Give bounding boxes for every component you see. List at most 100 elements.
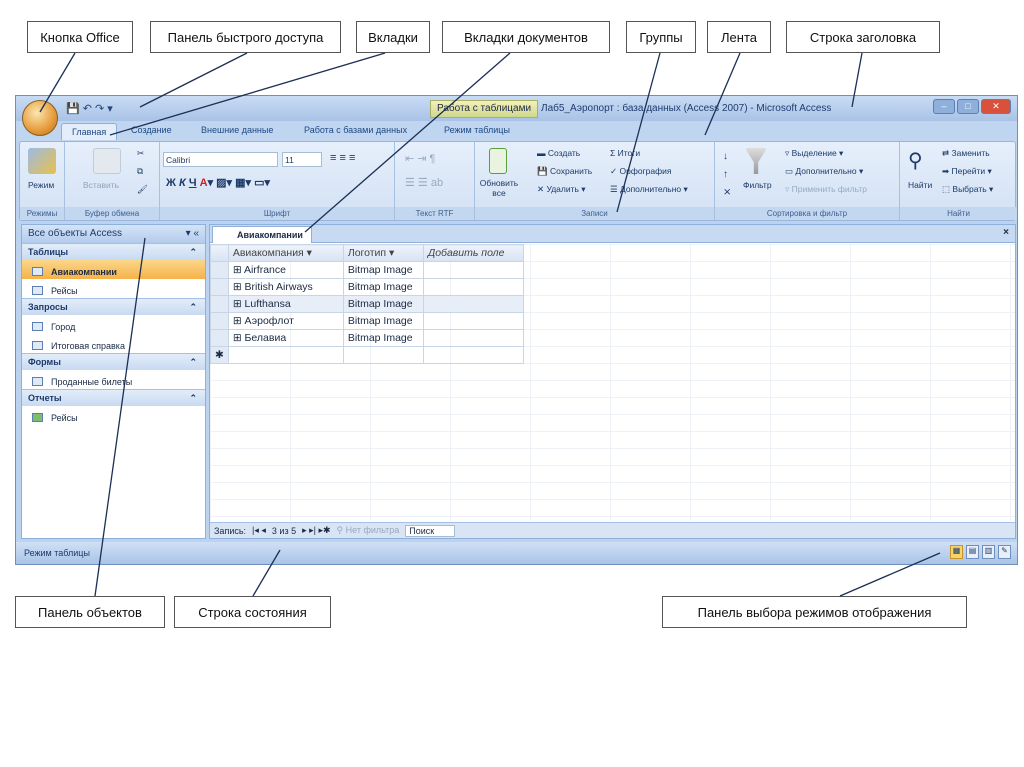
tab-home[interactable]: Главная (61, 123, 118, 140)
query-icon (32, 322, 43, 331)
record-position[interactable]: 3 из 5 (272, 526, 296, 536)
group-label: Режимы (20, 207, 64, 220)
pivot-chart-view-icon[interactable]: ▥ (982, 545, 995, 559)
datasheet-view-icon[interactable]: ▦ (950, 545, 963, 559)
document-tab-airlines[interactable]: Авиакомпании (212, 226, 312, 243)
nav-section-forms[interactable]: Формы ⌃ (22, 353, 205, 370)
tab-database-tools[interactable]: Работа с базами данных (304, 125, 407, 135)
table-row[interactable]: ⊞ Airfrance Bitmap Image (210, 261, 524, 279)
font-size-select[interactable]: 11 (282, 152, 322, 167)
callout-document-tabs: Вкладки документов (442, 21, 610, 53)
select-button[interactable]: ⬚ Выбрать ▾ (942, 184, 993, 195)
filter-icon (745, 148, 767, 174)
maximize-button[interactable]: □ (957, 99, 979, 114)
group-font: Calibri 11 ≡ ≡ ≡ Ж К Ч A▾ ▨▾ ▦▾ ▭▾ Шрифт (160, 142, 395, 220)
nav-header-label: Все объекты Access (28, 228, 123, 239)
new-record-button[interactable]: ▬ Создать (537, 148, 580, 158)
group-label: Записи (475, 207, 714, 220)
office-button[interactable] (22, 100, 58, 136)
navigation-header[interactable]: Все объекты Access ▾ « (22, 225, 205, 243)
first-prev-record-buttons[interactable]: |◂ ◂ (252, 525, 266, 536)
paste-button[interactable]: Вставить (83, 180, 119, 190)
ribbon-tabs: Главная Создание Внешние данные Работа с… (16, 121, 1017, 141)
group-label: Шрифт (160, 207, 394, 220)
nav-item-table-airlines[interactable]: Авиакомпании (22, 260, 205, 279)
list-icons[interactable]: ☰ ☰ ab (405, 176, 443, 189)
group-label: Буфер обмена (65, 207, 159, 220)
nav-collapse-icon[interactable]: ▾ « (186, 228, 199, 239)
nav-item-query-summary[interactable]: Итоговая справка (22, 334, 205, 353)
group-label: Сортировка и фильтр (715, 207, 899, 220)
cut-icon[interactable]: ✂ (137, 148, 144, 159)
group-find: ⚲ Найти ⇄ Заменить ➡ Перейти ▾ ⬚ Выбрать… (900, 142, 1017, 220)
nav-section-reports[interactable]: Отчеты ⌃ (22, 389, 205, 406)
selection-button[interactable]: ▿ Выделение ▾ (785, 148, 843, 159)
nav-item-table-flights[interactable]: Рейсы (22, 279, 205, 298)
table-row[interactable]: ⊞ Белавиа Bitmap Image (210, 329, 524, 347)
group-sort-filter: ↓ ↑ ⨯ Фильтр ▿ Выделение ▾ ▭ Дополнитель… (715, 142, 900, 220)
new-record-row[interactable]: ✱ (210, 346, 524, 364)
table-row[interactable]: ⊞ British Airways Bitmap Image (210, 278, 524, 296)
report-icon (32, 413, 43, 422)
group-views: Режим Режимы (20, 142, 65, 220)
title-bar: 💾 ↶ ↷ ▾ Работа с таблицами Лаб5_Аэропорт… (16, 96, 1017, 121)
tab-datasheet[interactable]: Режим таблицы (444, 125, 510, 135)
callout-ribbon: Лента (707, 21, 771, 53)
delete-record-button[interactable]: ✕ Удалить ▾ (537, 184, 586, 195)
context-tab-label: Работа с таблицами (430, 100, 539, 118)
font-style-buttons[interactable]: Ж К Ч A▾ ▨▾ ▦▾ ▭▾ (166, 176, 270, 189)
datasheet-table: Авиакомпания ▾ Логотип ▾ Добавить поле ⊞ A… (210, 244, 524, 364)
tab-create[interactable]: Создание (131, 125, 172, 135)
pivot-table-view-icon[interactable]: ▤ (966, 545, 979, 559)
font-name-select[interactable]: Calibri (163, 152, 278, 167)
close-document-icon[interactable]: × (1003, 227, 1009, 238)
view-icon (28, 148, 56, 174)
callout-status-bar: Строка состояния (174, 596, 331, 628)
table-icon (32, 286, 43, 295)
next-last-new-buttons[interactable]: ▸ ▸| ▸✱ (302, 525, 330, 536)
goto-button[interactable]: ➡ Перейти ▾ (942, 166, 992, 177)
nav-section-queries[interactable]: Запросы ⌃ (22, 298, 205, 315)
close-button[interactable]: ✕ (981, 99, 1011, 114)
column-header[interactable]: Логотип ▾ (342, 244, 424, 262)
more-records-button[interactable]: ☰ Дополнительно ▾ (610, 184, 688, 195)
save-record-button[interactable]: 💾 Сохранить (537, 166, 592, 177)
nav-item-report-flights[interactable]: Рейсы (22, 406, 205, 425)
table-row[interactable]: ⊞ Lufthansa Bitmap Image (210, 295, 524, 313)
callout-view-switcher: Панель выбора режимов отображения (662, 596, 967, 628)
spelling-button[interactable]: ✓ Орфография (610, 166, 671, 177)
search-input[interactable]: Поиск (405, 524, 456, 537)
sort-icons[interactable]: ↓ ↑ ⨯ (723, 148, 735, 202)
refresh-icon (489, 148, 507, 174)
nav-item-form-tickets[interactable]: Проданные билеты (22, 370, 205, 389)
callout-title-bar: Строка заголовка (786, 21, 940, 53)
table-row[interactable]: ⊞ Аэрофлот Bitmap Image (210, 312, 524, 330)
format-painter-icon[interactable]: 🖌 (137, 184, 148, 195)
column-header[interactable]: Авиакомпания ▾ (227, 244, 344, 262)
design-view-icon[interactable]: ✎ (998, 545, 1011, 559)
callout-quick-access: Панель быстрого доступа (150, 21, 341, 53)
nav-section-tables[interactable]: Таблицы ⌃ (22, 243, 205, 260)
apply-filter-button[interactable]: ▿ Применить фильтр (785, 184, 867, 195)
find-button[interactable]: Найти (908, 180, 932, 190)
status-bar: Режим таблицы ▦ ▤ ▥ ✎ (16, 542, 1017, 564)
no-filter-button[interactable]: ⚲ Нет фильтра (337, 525, 400, 536)
filter-button[interactable]: Фильтр (743, 180, 772, 190)
refresh-all-button[interactable]: Обновить все (479, 178, 519, 198)
tab-external-data[interactable]: Внешние данные (201, 125, 273, 135)
ribbon: Режим Режимы Вставить ✂ ⧉ 🖌 Буфер обмена… (19, 141, 1017, 221)
window-title: Лаб5_Аэропорт : база данных (Access 2007… (541, 103, 832, 114)
advanced-filter-button[interactable]: ▭ Дополнительно ▾ (785, 166, 863, 177)
group-label: Текст RTF (395, 207, 474, 220)
minimize-button[interactable]: – (933, 99, 955, 114)
indent-icons[interactable]: ⇤ ⇥ ¶ (405, 152, 435, 165)
nav-item-query-city[interactable]: Город (22, 315, 205, 334)
totals-button[interactable]: Σ Итоги (610, 148, 640, 158)
view-button[interactable]: Режим (28, 180, 54, 190)
add-field-header[interactable]: Добавить поле (422, 244, 524, 262)
align-icons[interactable]: ≡ ≡ ≡ (330, 152, 355, 164)
quick-access-toolbar[interactable]: 💾 ↶ ↷ ▾ (66, 102, 113, 115)
callout-office-button: Кнопка Office (27, 21, 133, 53)
replace-button[interactable]: ⇄ Заменить (942, 148, 990, 159)
copy-icon[interactable]: ⧉ (137, 166, 143, 177)
